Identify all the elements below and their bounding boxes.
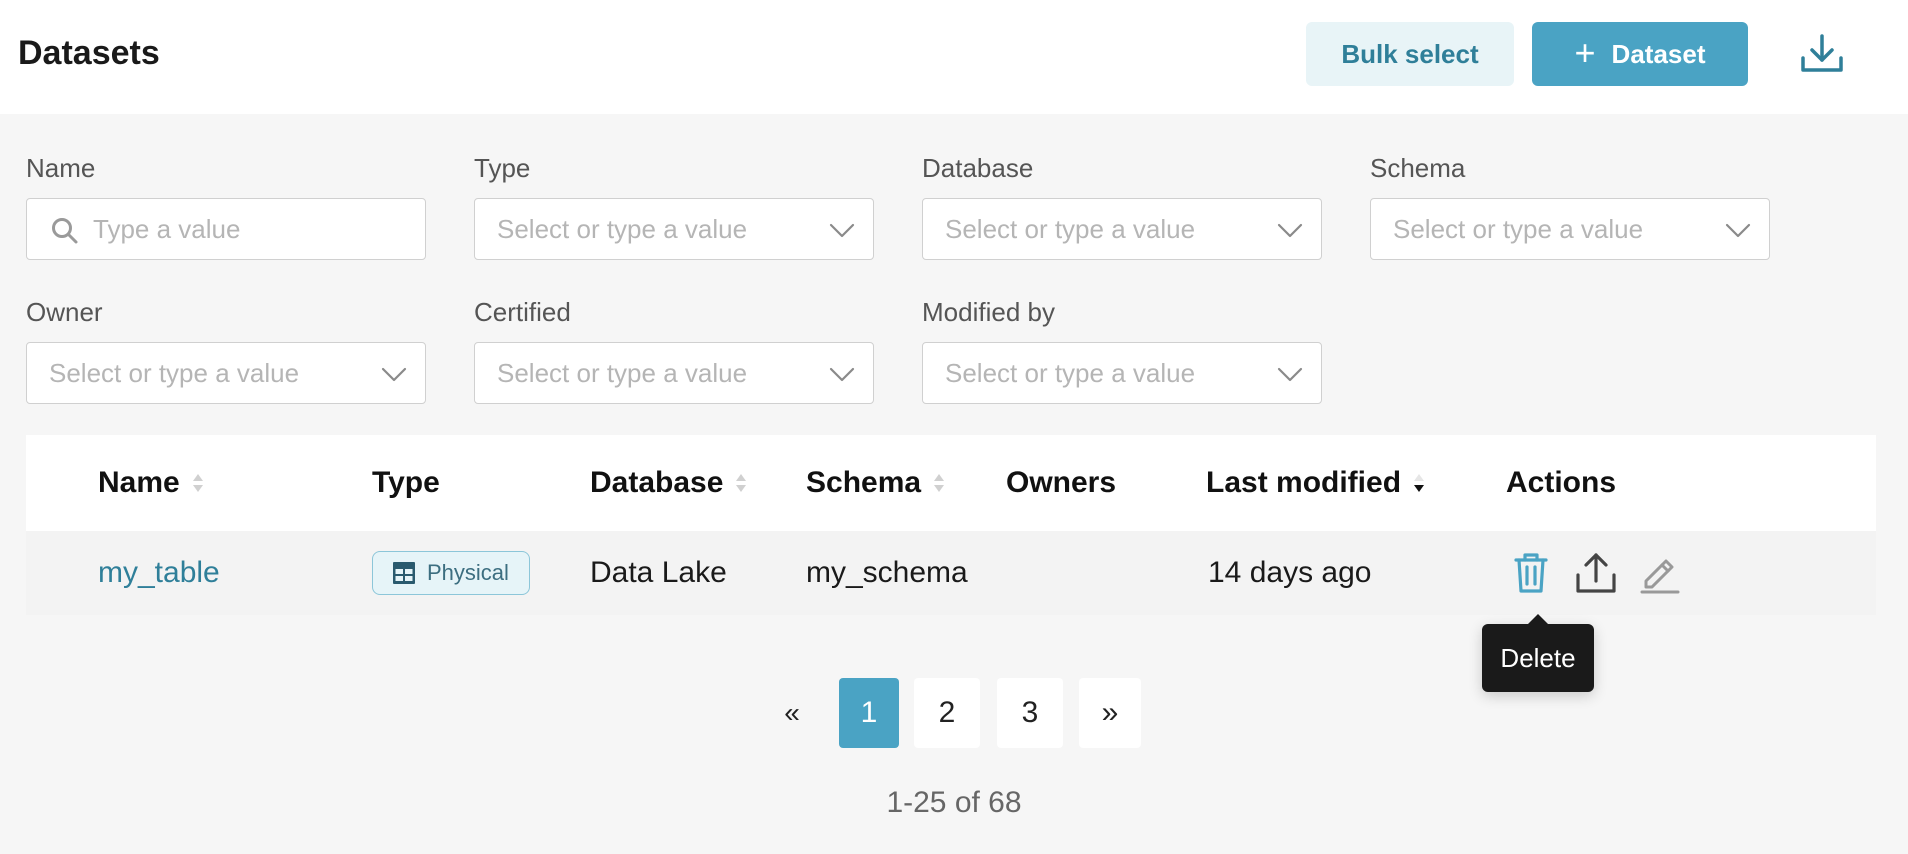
column-label: Schema — [806, 466, 922, 499]
download-button[interactable] — [1796, 30, 1848, 78]
page-title: Datasets — [18, 34, 160, 72]
placeholder-text: Select or type a value — [497, 358, 748, 388]
pagination-page-2[interactable]: 2 — [914, 678, 980, 748]
column-header-database[interactable]: Database — [590, 435, 747, 531]
dataset-name-link[interactable]: my_table — [98, 556, 220, 590]
filter-label: Certified — [474, 297, 571, 327]
sort-icon — [934, 474, 945, 492]
placeholder-text: Select or type a value — [1393, 214, 1644, 244]
table-icon — [393, 562, 415, 584]
sort-icon — [192, 474, 203, 492]
type-badge: Physical — [372, 551, 530, 595]
datasets-table: Name Type Database Schema Owners Last mo… — [26, 435, 1876, 615]
pagination-page-3[interactable]: 3 — [997, 678, 1063, 748]
certified-select[interactable]: Select or type a value — [474, 342, 874, 404]
share-icon[interactable] — [1574, 551, 1618, 595]
edit-icon[interactable] — [1638, 551, 1682, 595]
type-badge-label: Physical — [427, 560, 509, 585]
filter-modified-by: Modified by Select or type a value — [922, 294, 1322, 404]
database-select[interactable]: Select or type a value — [922, 198, 1322, 260]
plus-icon: + — [1574, 31, 1596, 73]
pagination-page-1[interactable]: 1 — [839, 678, 899, 748]
sort-descending-icon — [1414, 474, 1425, 492]
chevron-down-icon — [829, 223, 855, 238]
name-search-input[interactable]: Type a value — [26, 198, 426, 260]
type-select[interactable]: Select or type a value — [474, 198, 874, 260]
chevron-down-icon — [829, 367, 855, 382]
chevron-down-icon — [381, 367, 407, 382]
cell-type: Physical — [372, 531, 530, 615]
add-dataset-button[interactable]: + Dataset — [1532, 22, 1748, 86]
filter-label: Modified by — [922, 297, 1055, 327]
placeholder-text: Select or type a value — [497, 214, 748, 244]
filter-label: Owner — [26, 297, 103, 327]
chevron-down-icon — [1277, 367, 1303, 382]
sort-icon — [736, 474, 747, 492]
cell-schema: my_schema — [806, 556, 968, 589]
bulk-select-button[interactable]: Bulk select — [1306, 22, 1514, 86]
table-header: Name Type Database Schema Owners Last mo… — [26, 435, 1876, 531]
owner-select[interactable]: Select or type a value — [26, 342, 426, 404]
placeholder-text: Select or type a value — [945, 358, 1196, 388]
search-icon — [52, 218, 78, 244]
table-row: my_table Physical Data Lake my_schema 14… — [26, 531, 1876, 615]
pagination-next-button[interactable]: » — [1079, 678, 1141, 748]
filter-type: Type Select or type a value — [474, 150, 874, 260]
filter-label: Database — [922, 153, 1034, 183]
trash-icon[interactable] — [1512, 551, 1550, 595]
column-header-type: Type — [372, 435, 440, 531]
column-header-last-modified[interactable]: Last modified — [1206, 435, 1425, 531]
filter-label: Schema — [1370, 153, 1466, 183]
filter-database: Database Select or type a value — [922, 150, 1322, 260]
download-icon — [1801, 34, 1843, 72]
filter-label: Type — [474, 153, 531, 183]
pagination-prev-button[interactable]: « — [774, 678, 810, 748]
column-header-name[interactable]: Name — [98, 435, 204, 531]
column-header-schema[interactable]: Schema — [806, 435, 945, 531]
page-header: Datasets Bulk select + Dataset — [0, 0, 1908, 114]
filter-label: Name — [26, 153, 96, 183]
column-label: Name — [98, 466, 180, 499]
chevron-down-icon — [1277, 223, 1303, 238]
column-label: Owners — [1006, 466, 1117, 499]
chevron-down-icon — [1725, 223, 1751, 238]
cell-last-modified: 14 days ago — [1208, 556, 1372, 589]
placeholder-text: Select or type a value — [945, 214, 1196, 244]
column-label: Last modified — [1206, 466, 1402, 499]
column-label: Actions — [1506, 466, 1617, 499]
column-header-actions: Actions — [1506, 435, 1616, 531]
filter-certified: Certified Select or type a value — [474, 294, 874, 404]
schema-select[interactable]: Select or type a value — [1370, 198, 1770, 260]
cell-database: Data Lake — [590, 556, 727, 589]
filter-schema: Schema Select or type a value — [1370, 150, 1770, 260]
column-label: Type — [372, 466, 440, 499]
column-label: Database — [590, 466, 724, 499]
filter-owner: Owner Select or type a value — [26, 294, 426, 404]
modified-by-select[interactable]: Select or type a value — [922, 342, 1322, 404]
cell-name: my_table — [98, 531, 220, 615]
pagination-summary: 1-25 of 68 — [886, 786, 1022, 819]
delete-tooltip: Delete — [1482, 614, 1594, 692]
placeholder-text: Select or type a value — [49, 358, 300, 388]
add-dataset-label: Dataset — [1611, 38, 1706, 69]
filter-name: Name Type a value — [26, 150, 426, 260]
placeholder-text: Type a value — [93, 214, 241, 244]
column-header-owners: Owners — [1006, 435, 1116, 531]
